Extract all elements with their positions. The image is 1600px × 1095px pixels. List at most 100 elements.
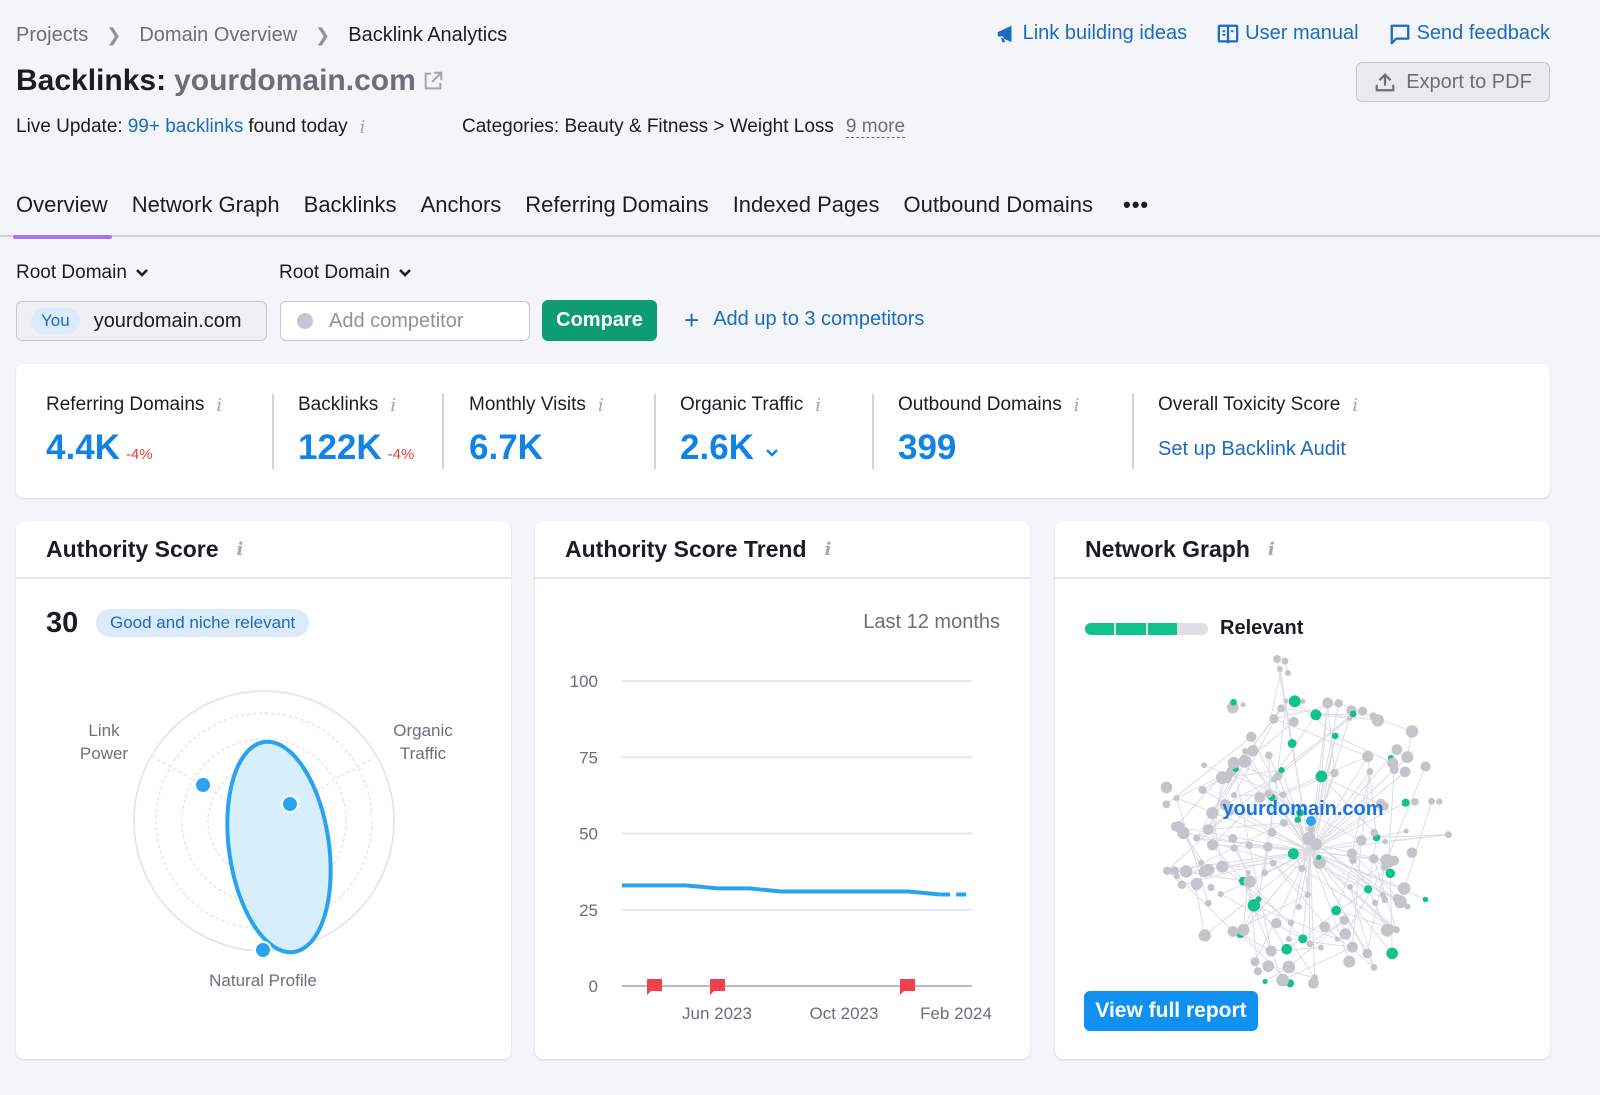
- live-prefix: Live Update:: [16, 116, 123, 137]
- metric-label: Organic Traffic: [680, 394, 804, 415]
- domain-node: [1267, 827, 1277, 837]
- event-flag-marker[interactable]: [710, 979, 725, 995]
- event-flag-marker[interactable]: [900, 979, 915, 995]
- domain-node: [1245, 841, 1253, 850]
- relevant-domain-node: [1385, 868, 1396, 879]
- top-links: Link building ideas User manual Send fee…: [995, 22, 1550, 45]
- setup-backlink-audit-link[interactable]: Set up Backlink Audit: [1158, 438, 1358, 461]
- relevant-domain-node: [1386, 947, 1398, 960]
- domain-node: [1411, 797, 1419, 806]
- domain-node: [1198, 859, 1205, 866]
- radar-axis: [151, 755, 265, 822]
- breadcrumb-current: Backlink Analytics: [348, 24, 508, 46]
- domain-node: [1304, 891, 1311, 898]
- domain-node: [1207, 883, 1215, 892]
- user-manual-label: User manual: [1245, 22, 1359, 44]
- domain-node: [1298, 864, 1306, 873]
- info-icon[interactable]: i: [390, 395, 396, 416]
- domain-node: [1295, 903, 1302, 910]
- domain-node: [1264, 789, 1273, 799]
- info-icon[interactable]: i: [1074, 395, 1080, 416]
- info-icon[interactable]: i: [360, 117, 366, 138]
- link-building-ideas-link[interactable]: Link building ideas: [995, 22, 1187, 45]
- domain-node: [1261, 869, 1269, 877]
- metric-label: Referring Domains: [46, 394, 205, 415]
- metric-value[interactable]: 2.6K: [680, 428, 754, 468]
- metric-value[interactable]: 122K: [298, 428, 382, 468]
- competitor-input[interactable]: Add competitor: [280, 301, 530, 341]
- relevant-domain-node: [1255, 896, 1262, 903]
- domain-node: [1160, 781, 1173, 794]
- chevron-down-icon[interactable]: [764, 447, 780, 459]
- y-tick-label: 75: [579, 748, 598, 767]
- domain-node: [1282, 960, 1296, 974]
- view-full-report-button[interactable]: View full report: [1084, 991, 1258, 1031]
- tab-indexed-pages[interactable]: Indexed Pages: [733, 188, 880, 237]
- more-tabs-button[interactable]: •••: [1123, 188, 1149, 237]
- metric-value[interactable]: 399: [898, 428, 956, 468]
- metric-value[interactable]: 6.7K: [469, 428, 543, 468]
- send-feedback-link[interactable]: Send feedback: [1389, 22, 1550, 45]
- domain-node: [1306, 940, 1314, 948]
- categories-more-link[interactable]: 9 more: [845, 116, 906, 138]
- domain-node: [1173, 794, 1180, 802]
- domain-node: [1308, 977, 1319, 989]
- live-backlinks-link[interactable]: 99+ backlinks: [128, 116, 244, 138]
- title-prefix: Backlinks:: [16, 64, 167, 97]
- network-edge: [1309, 850, 1316, 978]
- network-edge: [1386, 766, 1427, 861]
- info-icon[interactable]: i: [598, 395, 604, 416]
- metric-change: -4%: [125, 446, 153, 463]
- live-suffix: found today: [248, 116, 348, 137]
- domain-node: [1357, 706, 1368, 716]
- metric-organic-traffic: Organic Traffic i 2.6K: [680, 394, 821, 468]
- domain-node: [1228, 833, 1238, 844]
- compare-button[interactable]: Compare: [542, 300, 657, 341]
- info-icon[interactable]: i: [1352, 395, 1358, 416]
- breadcrumb-domain-overview[interactable]: Domain Overview: [139, 24, 297, 47]
- tab-outbound-domains[interactable]: Outbound Domains: [903, 188, 1093, 237]
- export-to-pdf-button[interactable]: Export to PDF: [1356, 62, 1550, 102]
- book-icon: [1217, 24, 1239, 43]
- breadcrumb-projects[interactable]: Projects: [16, 24, 88, 47]
- event-flag-marker[interactable]: [647, 979, 662, 995]
- info-icon[interactable]: i: [815, 395, 821, 416]
- domain-node: [1391, 744, 1403, 756]
- metric-value[interactable]: 4.4K: [46, 428, 120, 468]
- scope-dropdown-competitor[interactable]: Root Domain: [279, 262, 412, 284]
- info-icon[interactable]: i: [237, 539, 244, 560]
- info-icon[interactable]: i: [216, 395, 222, 416]
- divider: [442, 394, 444, 469]
- domain-node: [1163, 866, 1172, 875]
- chevron-down-icon: [135, 269, 148, 277]
- radar-grid-ring: [233, 790, 295, 852]
- relevant-domain-node: [1401, 798, 1410, 807]
- network-graph-visual[interactable]: yourdomain.com: [1055, 521, 1550, 1059]
- tab-anchors[interactable]: Anchors: [421, 188, 502, 237]
- upload-icon: [1375, 73, 1395, 92]
- relevant-domain-node: [1315, 770, 1328, 783]
- domain-node: [1250, 957, 1260, 967]
- radar-axis-label: Link Power: [79, 721, 129, 763]
- flag-icon: [647, 979, 662, 995]
- divider: [1132, 394, 1134, 469]
- domain-node: [1215, 771, 1229, 785]
- tab-overview[interactable]: Overview: [13, 188, 112, 239]
- add-competitors-link[interactable]: + Add up to 3 competitors: [684, 307, 924, 333]
- domain-node: [1339, 928, 1352, 940]
- domain-node: [1281, 657, 1289, 665]
- domain-node: [1317, 944, 1324, 951]
- user-manual-link[interactable]: User manual: [1217, 22, 1359, 45]
- external-link-icon[interactable]: [422, 70, 444, 92]
- metric-referring-domains: Referring Domains i 4.4K -4%: [46, 394, 222, 468]
- tab-referring-domains[interactable]: Referring Domains: [525, 188, 708, 237]
- domain-node: [1366, 768, 1374, 776]
- domain-node: [1198, 865, 1210, 878]
- tab-backlinks[interactable]: Backlinks: [304, 188, 397, 237]
- tab-network-graph[interactable]: Network Graph: [132, 188, 280, 237]
- trend-line: [622, 883, 941, 897]
- relevant-domain-node: [1310, 709, 1322, 721]
- scope-dropdown-you[interactable]: Root Domain: [16, 262, 149, 284]
- x-tick-label: Feb 2024: [920, 1004, 992, 1023]
- export-label: Export to PDF: [1406, 70, 1532, 93]
